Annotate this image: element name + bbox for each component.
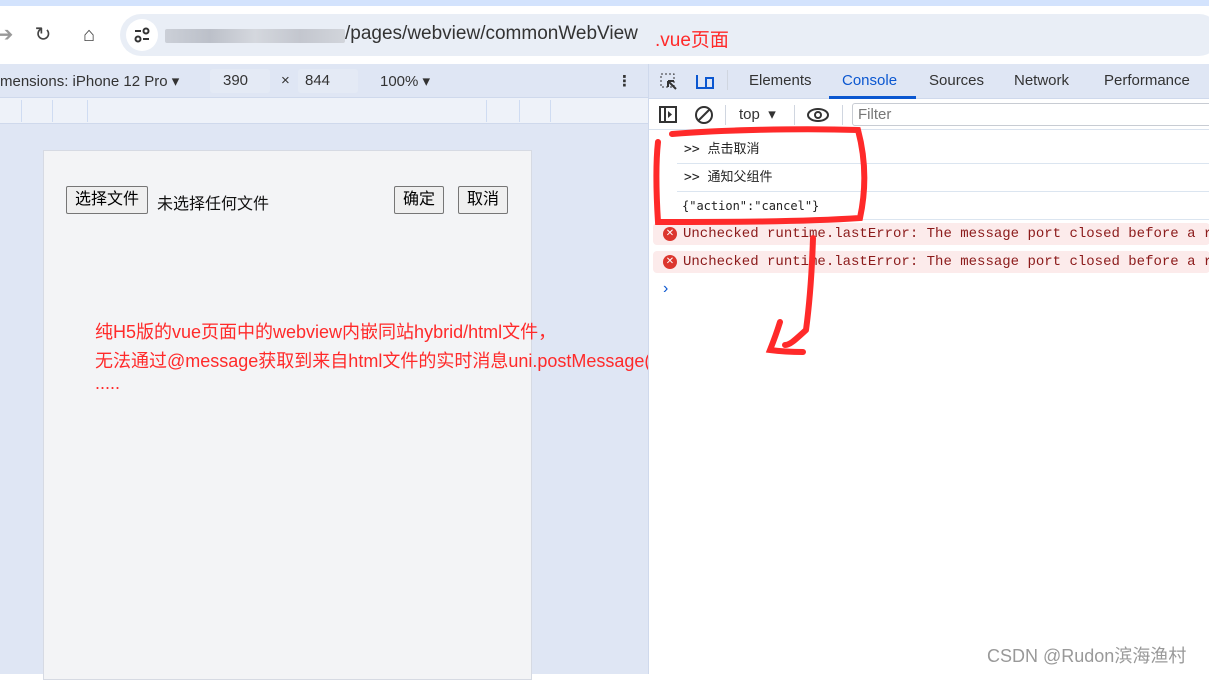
console-log-row: >> 通知父组件 — [677, 164, 1209, 192]
tab-console[interactable]: Console — [842, 72, 897, 89]
console-prompt-icon[interactable]: › — [663, 280, 668, 298]
height-value: 844 — [305, 72, 331, 89]
annotation-line: 无法通过@message获取到来自html文件的实时消息uni.postMess… — [95, 351, 669, 371]
blurred-host — [165, 29, 345, 43]
cancel-button[interactable]: 取消 — [458, 186, 509, 214]
tab-elements[interactable]: Elements — [749, 72, 812, 89]
annotation-line: 纯H5版的vue页面中的webview内嵌同站hybrid/html文件， — [95, 322, 557, 342]
context-select[interactable]: top ▾ — [739, 105, 776, 123]
width-value: 390 — [223, 72, 249, 89]
emulated-page: 选择文件 未选择任何文件 确定 取消 — [43, 150, 532, 680]
address-bar[interactable]: /pages/webview/commonWebView .vue页面 — [120, 14, 1209, 56]
url-path[interactable]: /pages/webview/commonWebView — [345, 23, 638, 45]
choose-file-button[interactable]: 选择文件 — [66, 186, 149, 214]
tab-performance[interactable]: Performance — [1104, 72, 1190, 89]
confirm-button[interactable]: 确定 — [394, 186, 445, 214]
browser-navbar: ➔ ↻ ⌂ /pages/webview/commonWebView .vue页… — [0, 6, 1209, 64]
device-toolbar: mensions: iPhone 12 Pro ▾ 390 × 844 100%… — [0, 64, 648, 98]
media-query-ruler — [0, 98, 648, 124]
watermark: CSDN @Rudon滨海渔村 — [987, 646, 1187, 666]
inspect-element-icon[interactable] — [659, 72, 679, 92]
clear-console-icon[interactable] — [694, 105, 714, 125]
reload-icon[interactable]: ↻ — [30, 22, 56, 48]
device-toggle-icon[interactable] — [694, 72, 716, 92]
zoom-select[interactable]: 100% ▾ — [380, 72, 430, 90]
tune-icon — [134, 27, 150, 43]
console-log-row: >> 点击取消 — [677, 136, 1209, 164]
tab-network[interactable]: Network — [1014, 72, 1069, 89]
live-expression-eye-icon[interactable] — [806, 107, 830, 123]
devtools-tabbar: Elements Console Sources Network Perform… — [649, 64, 1209, 99]
error-icon: ✕ — [663, 255, 677, 269]
console-filter-input[interactable]: Filter — [852, 103, 1209, 126]
annotation-vue-page: .vue页面 — [655, 30, 729, 51]
tab-sources[interactable]: Sources — [929, 72, 984, 89]
console-toolbar: top ▾ Filter — [649, 99, 1209, 130]
annotation-line: ..... — [95, 373, 121, 393]
forward-icon[interactable]: ➔ — [0, 22, 18, 48]
sidebar-toggle-icon[interactable] — [659, 106, 679, 124]
home-icon[interactable]: ⌂ — [76, 22, 102, 48]
error-icon: ✕ — [663, 227, 677, 241]
annotation-text: 纯H5版的vue页面中的webview内嵌同站hybrid/html文件， 无法… — [95, 318, 669, 393]
site-info-button[interactable] — [126, 19, 158, 51]
console-log-row: {"action":"cancel"} — [677, 192, 1209, 220]
times-sign: × — [281, 72, 290, 89]
console-error-row: ✕ Unchecked runtime.lastError: The messa… — [653, 223, 1209, 245]
console-error-row: ✕ Unchecked runtime.lastError: The messa… — [653, 251, 1209, 273]
devtools-panel: Elements Console Sources Network Perform… — [648, 64, 1209, 674]
no-file-text: 未选择任何文件 — [157, 196, 270, 213]
device-dimensions-select[interactable]: mensions: iPhone 12 Pro ▾ — [0, 72, 179, 90]
more-options-icon[interactable]: ⋮ — [617, 72, 632, 90]
